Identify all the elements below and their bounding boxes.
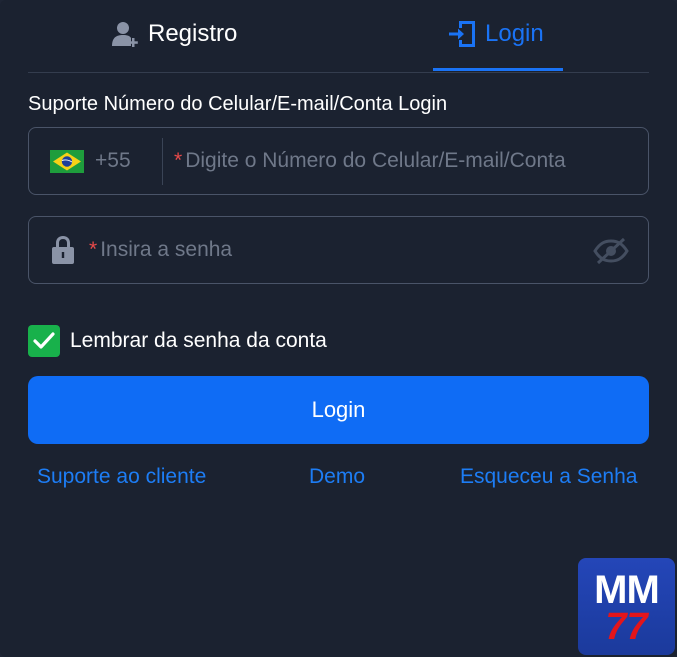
demo-link[interactable]: Demo: [309, 465, 365, 489]
login-button[interactable]: Login: [28, 376, 649, 444]
password-placeholder-text: Insira a senha: [100, 238, 233, 261]
required-mark: *: [174, 149, 183, 172]
login-panel: Registro Login Suporte Número do Celular…: [0, 0, 677, 657]
eye-off-icon[interactable]: [593, 237, 629, 270]
required-mark: *: [89, 238, 98, 261]
account-input-placeholder[interactable]: * Digite o Número do Celular/E-mail/Conta: [174, 149, 566, 173]
field-divider: [162, 138, 163, 185]
tab-registro-label: Registro: [148, 20, 238, 47]
user-plus-icon: [112, 21, 140, 47]
active-tab-indicator: [433, 68, 563, 71]
brand-logo: MM 77: [578, 558, 675, 655]
lock-icon: [51, 235, 75, 270]
check-icon[interactable]: [28, 325, 60, 357]
forgot-password-link[interactable]: Esqueceu a Senha: [460, 465, 637, 489]
tab-login-label: Login: [485, 20, 544, 47]
door-enter-icon: [449, 19, 477, 49]
logo-text-bottom: 77: [605, 606, 648, 648]
country-code[interactable]: +55: [95, 149, 131, 173]
remember-password-checkbox[interactable]: Lembrar da senha da conta: [28, 325, 327, 357]
auth-tabs: Registro Login: [28, 0, 649, 73]
customer-support-link[interactable]: Suporte ao cliente: [37, 465, 206, 489]
tab-registro[interactable]: Registro: [112, 14, 237, 54]
support-label: Suporte Número do Celular/E-mail/Conta L…: [28, 93, 448, 115]
tab-login[interactable]: Login: [449, 14, 544, 54]
password-input-placeholder[interactable]: * Insira a senha: [89, 238, 232, 262]
account-field[interactable]: +55 * Digite o Número do Celular/E-mail/C…: [28, 127, 649, 195]
password-field[interactable]: * Insira a senha: [28, 216, 649, 284]
account-placeholder-text: Digite o Número do Celular/E-mail/Conta: [185, 149, 566, 172]
brazil-flag-icon[interactable]: [50, 150, 84, 173]
remember-password-label: Lembrar da senha da conta: [70, 329, 327, 352]
